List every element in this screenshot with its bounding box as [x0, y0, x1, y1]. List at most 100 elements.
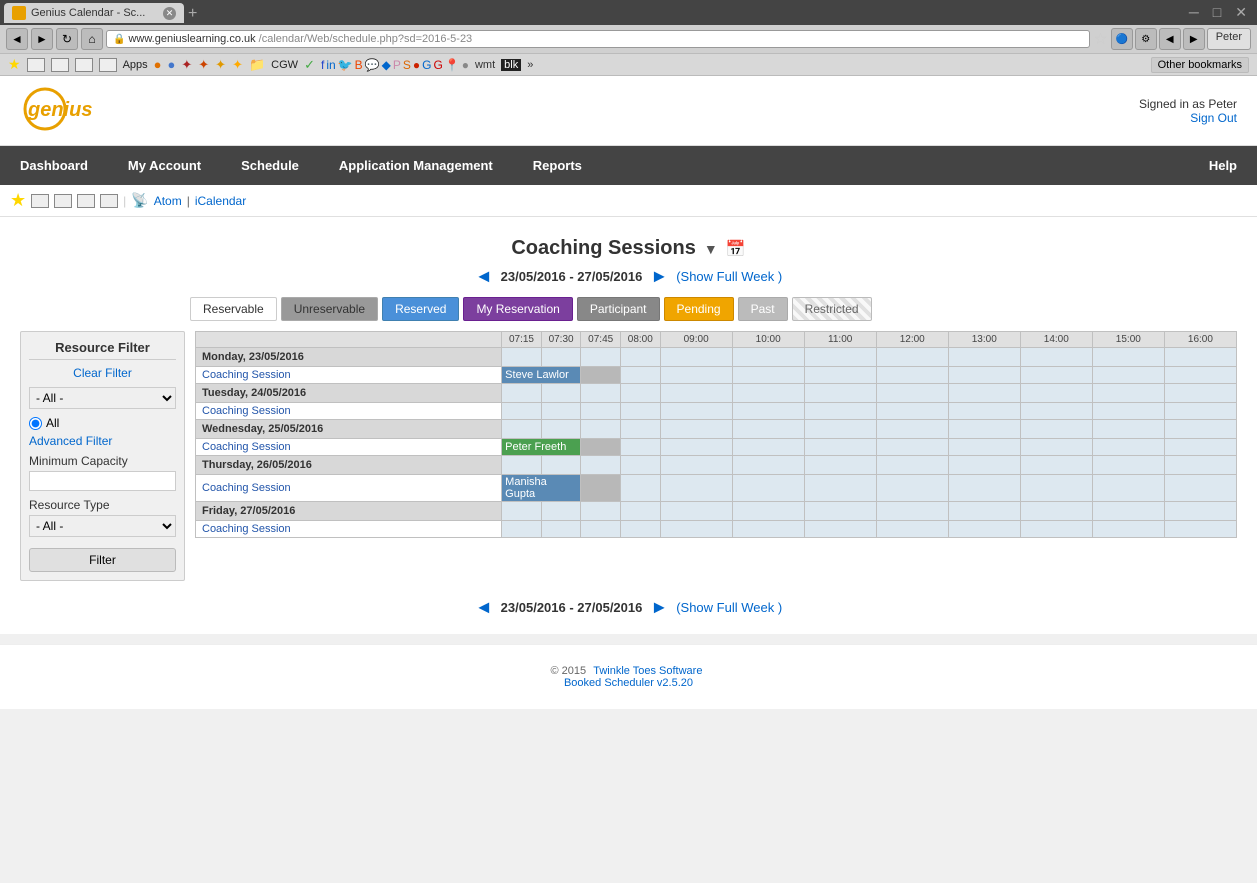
wednesday-session-name[interactable]: Coaching Session: [196, 439, 502, 456]
star-button[interactable]: ☆: [1093, 29, 1107, 49]
bottom-next-arrow[interactable]: ►: [650, 597, 668, 618]
legend-participant[interactable]: Participant: [577, 297, 660, 321]
nav-my-account[interactable]: My Account: [108, 146, 221, 185]
legend-pending[interactable]: Pending: [664, 297, 734, 321]
min-capacity-input[interactable]: [29, 471, 176, 491]
sign-out-link[interactable]: Sign Out: [1190, 111, 1237, 125]
monday-slot-0715[interactable]: [502, 348, 542, 367]
icalendar-link[interactable]: iCalendar: [195, 194, 246, 208]
monday-booking-cell[interactable]: Steve Lawlor: [502, 367, 581, 384]
atom-link[interactable]: Atom: [154, 194, 182, 208]
extension-icon-1[interactable]: 🔵: [1111, 28, 1133, 50]
nav-reports[interactable]: Reports: [513, 146, 602, 185]
footer-version-link[interactable]: Booked Scheduler v2.5.20: [564, 677, 693, 689]
toolbar-view-year[interactable]: [100, 194, 118, 208]
monday-slot-1000[interactable]: [732, 348, 804, 367]
wednesday-booking-cell[interactable]: Peter Freeth: [502, 439, 581, 456]
bm-li[interactable]: in: [326, 58, 335, 72]
footer-company-link[interactable]: Twinkle Toes Software: [593, 665, 702, 677]
bm-blk[interactable]: blk: [501, 59, 521, 71]
back-button[interactable]: ◄: [6, 28, 28, 50]
prev-week-arrow[interactable]: ◄: [475, 266, 493, 287]
address-bar[interactable]: 🔒 www.geniuslearning.co.uk /calendar/Web…: [106, 30, 1090, 48]
tab-close[interactable]: ✕: [163, 7, 176, 20]
legend-my-reservation[interactable]: My Reservation: [463, 297, 572, 321]
monday-s2[interactable]: [660, 367, 732, 384]
bookmark-star-icon[interactable]: ★: [8, 56, 21, 73]
monday-slot-0900[interactable]: [660, 348, 732, 367]
tuesday-session-name[interactable]: Coaching Session: [196, 403, 502, 420]
bm-pp[interactable]: P: [393, 58, 401, 72]
bm-tw[interactable]: 🐦: [338, 58, 353, 72]
bottom-prev-arrow[interactable]: ◄: [475, 597, 493, 618]
calendar-icon[interactable]: 📅: [726, 239, 746, 259]
bookmark-folder[interactable]: 📁: [249, 57, 265, 73]
toolbar-view-month[interactable]: [77, 194, 95, 208]
monday-slot-1600[interactable]: [1164, 348, 1236, 367]
monday-slot-0800[interactable]: [621, 348, 661, 367]
bookmark-view4[interactable]: [99, 58, 117, 72]
bookmark-check[interactable]: ✓: [304, 57, 315, 73]
monday-slot-1400[interactable]: [1020, 348, 1092, 367]
bm-wmt[interactable]: wmt: [475, 59, 495, 71]
next-week-arrow[interactable]: ►: [650, 266, 668, 287]
browser-tab[interactable]: Genius Calendar - Sc... ✕: [4, 3, 184, 23]
bookmark-apps[interactable]: Apps: [123, 59, 148, 71]
filter-dropdown-icon[interactable]: ▼: [704, 241, 718, 257]
monday-session-name[interactable]: Coaching Session: [196, 367, 502, 384]
thursday-booking-cell[interactable]: Manisha Gupta: [502, 475, 581, 502]
filter-button[interactable]: Filter: [29, 548, 176, 572]
radio-all-input[interactable]: [29, 417, 42, 430]
advanced-filter-link[interactable]: Advanced Filter: [29, 434, 176, 448]
bm-g2[interactable]: G: [433, 58, 442, 72]
new-tab-button[interactable]: +: [188, 5, 197, 23]
bookmark-view2[interactable]: [51, 58, 69, 72]
monday-s5[interactable]: [876, 367, 948, 384]
bookmark-view1[interactable]: [27, 58, 45, 72]
nav-schedule[interactable]: Schedule: [221, 146, 319, 185]
friday-session-name[interactable]: Coaching Session: [196, 521, 502, 538]
bm-fb[interactable]: f: [321, 58, 324, 72]
monday-slot-1500[interactable]: [1092, 348, 1164, 367]
bookmark-icon6[interactable]: ✦: [232, 57, 243, 73]
nav-help[interactable]: Help: [1189, 146, 1257, 185]
clear-filter-link[interactable]: Clear Filter: [29, 366, 176, 380]
extension-icon-4[interactable]: ▶: [1183, 28, 1205, 50]
bm-db[interactable]: ◆: [382, 58, 391, 72]
monday-s3[interactable]: [732, 367, 804, 384]
bookmark-icon5[interactable]: ✦: [215, 57, 226, 73]
bookmark-icon1[interactable]: ●: [154, 57, 162, 72]
monday-s9[interactable]: [1164, 367, 1236, 384]
show-full-week-link[interactable]: (Show Full Week ): [676, 269, 782, 284]
monday-slot-1100[interactable]: [804, 348, 876, 367]
legend-unreservable[interactable]: Unreservable: [281, 297, 378, 321]
toolbar-view-week[interactable]: [54, 194, 72, 208]
bookmark-icon2[interactable]: ●: [168, 57, 176, 72]
home-button[interactable]: ⌂: [81, 28, 103, 50]
nav-app-management[interactable]: Application Management: [319, 146, 513, 185]
toolbar-star-icon[interactable]: ★: [10, 190, 26, 211]
monday-slot-0730[interactable]: [541, 348, 581, 367]
monday-s6[interactable]: [948, 367, 1020, 384]
bm-wa[interactable]: 💬: [365, 58, 380, 72]
toolbar-view-day[interactable]: [31, 194, 49, 208]
forward-button[interactable]: ►: [31, 28, 53, 50]
monday-slot-0745[interactable]: [581, 348, 621, 367]
bm-g[interactable]: G: [422, 58, 431, 72]
bm-more[interactable]: »: [527, 59, 533, 71]
bm-map[interactable]: 📍: [445, 58, 460, 72]
thursday-session-name[interactable]: Coaching Session: [196, 475, 502, 502]
monday-slot-1300[interactable]: [948, 348, 1020, 367]
refresh-button[interactable]: ↻: [56, 28, 78, 50]
bm-bl[interactable]: B: [355, 58, 363, 72]
monday-slot-1200[interactable]: [876, 348, 948, 367]
all-select-1[interactable]: - All -: [29, 387, 176, 409]
bm-other[interactable]: ●: [462, 58, 469, 72]
radio-all[interactable]: All: [29, 416, 176, 430]
legend-reservable[interactable]: Reservable: [190, 297, 277, 321]
monday-s8[interactable]: [1092, 367, 1164, 384]
bm-ca[interactable]: ●: [413, 58, 420, 72]
bookmark-view3[interactable]: [75, 58, 93, 72]
bookmark-cgw[interactable]: CGW: [271, 59, 298, 71]
bookmark-icon4[interactable]: ✦: [198, 57, 209, 73]
